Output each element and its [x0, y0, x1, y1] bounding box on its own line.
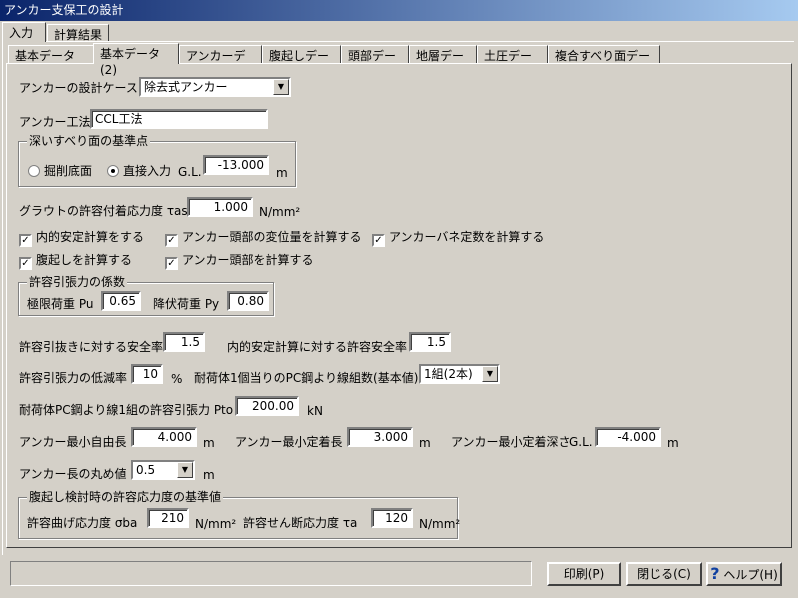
inner-safety-label: 内的安定計算に対する許容安全率 [227, 340, 408, 354]
slip-surface-legend: 深いすべり面の基準点 [27, 134, 151, 148]
shear-stress-input[interactable]: 120 [371, 508, 413, 528]
grout-input[interactable]: 1.000 [187, 197, 253, 217]
pto-unit: kN [307, 404, 323, 418]
design-case-select[interactable]: 除去式アンカー ▼ [139, 77, 291, 97]
checkbox-checked-icon: ✓ [165, 257, 178, 270]
radio-direct-input-label: 直接入力 [123, 164, 172, 178]
bend-stress-label: 許容曲げ応力度 σba [27, 516, 138, 530]
bend-stress-unit: N/mm² [195, 517, 237, 531]
tab-results[interactable]: 計算結果 [47, 24, 109, 42]
window-title: アンカー支保工の設計 [0, 0, 798, 21]
pu-input[interactable]: 0.65 [101, 291, 141, 311]
check-wale[interactable]: ✓ 腹起しを計算する [19, 253, 132, 270]
tension-coefficient-legend: 許容引張力の係数 [27, 275, 128, 289]
pu-label: 極限荷重 Pu [27, 297, 94, 311]
check-anchor-head[interactable]: ✓ アンカー頭部を計算する [165, 253, 314, 270]
tab-basic-data-2[interactable]: 基本データ(2) [93, 43, 179, 77]
check-head-displacement[interactable]: ✓ アンカー頭部の変位量を計算する [165, 230, 362, 247]
design-case-label: アンカーの設計ケース [19, 81, 138, 95]
radio-icon [28, 165, 40, 177]
pto-input[interactable]: 200.00 [235, 396, 299, 416]
strand-label: 耐荷体1個当りのPC鋼より線組数(基本値) [194, 371, 419, 385]
fix-depth-gl-label: G.L. [569, 435, 593, 449]
bend-stress-input[interactable]: 210 [147, 508, 189, 528]
py-label: 降伏荷重 Py [153, 297, 220, 311]
slip-gl-label: G.L. [178, 165, 202, 179]
help-button[interactable]: ? ヘルプ(H) [706, 562, 782, 586]
radio-direct-input[interactable]: 直接入力 [107, 164, 171, 178]
chevron-down-icon[interactable]: ▼ [482, 366, 498, 382]
tab-wale-data[interactable]: 腹起しデータ [262, 45, 341, 79]
free-length-label: アンカー最小自由長 [19, 435, 127, 449]
checkbox-checked-icon: ✓ [372, 234, 385, 247]
fix-depth-label: アンカー最小定着深さ [451, 435, 571, 449]
check-inner-stability-label: 内的安定計算をする [36, 230, 145, 244]
check-wale-label: 腹起しを計算する [36, 253, 133, 267]
method-input[interactable]: CCL工法 [90, 109, 268, 129]
shear-stress-label: 許容せん断応力度 τa [243, 516, 358, 530]
strand-select[interactable]: 1組(2本) ▼ [419, 364, 500, 384]
reduction-unit: % [171, 372, 183, 386]
check-head-displacement-label: アンカー頭部の変位量を計算する [182, 230, 362, 244]
free-length-input[interactable]: 4.000 [131, 427, 197, 447]
check-spring-constant[interactable]: ✓ アンカーバネ定数を計算する [372, 230, 544, 247]
rounding-unit: m [203, 468, 215, 482]
strand-value: 1組(2本) [424, 367, 473, 381]
rounding-value: 0.5 [136, 463, 156, 477]
grout-label: グラウトの許容付着応力度 τas [19, 204, 188, 218]
help-button-label: ヘルプ(H) [723, 568, 778, 582]
reduction-label: 許容引張力の低減率 [19, 371, 128, 385]
rounding-select[interactable]: 0.5 ▼ [131, 460, 195, 480]
rounding-label: アンカー長の丸め値 [19, 467, 127, 481]
tab-input[interactable]: 入力 [2, 22, 46, 42]
check-anchor-head-label: アンカー頭部を計算する [182, 253, 314, 267]
checkbox-checked-icon: ✓ [19, 257, 32, 270]
fix-length-label: アンカー最小定着長 [235, 435, 343, 449]
fix-depth-input[interactable]: -4.000 [595, 427, 661, 447]
print-button[interactable]: 印刷(P) [547, 562, 621, 586]
radio-excavation-bottom[interactable]: 掘削底面 [28, 164, 92, 178]
inner-safety-input[interactable]: 1.5 [409, 332, 451, 352]
help-icon: ? [710, 564, 720, 583]
tab-head-data[interactable]: 頭部データ [341, 45, 409, 79]
check-inner-stability[interactable]: ✓ 内的安定計算をする [19, 230, 144, 247]
chevron-down-icon[interactable]: ▼ [177, 462, 193, 478]
tab-earth-pressure-data[interactable]: 土圧データ [477, 45, 548, 79]
fix-depth-unit: m [667, 436, 679, 450]
free-length-unit: m [203, 436, 215, 450]
shear-stress-unit: N/mm² [419, 517, 461, 531]
fix-length-input[interactable]: 3.000 [347, 427, 413, 447]
tab-anchor-data[interactable]: アンカーデータ [179, 45, 262, 79]
slip-gl-input[interactable]: -13.000 [203, 155, 269, 175]
grout-unit: N/mm² [259, 205, 301, 219]
chevron-down-icon[interactable]: ▼ [273, 79, 289, 95]
radio-selected-icon [107, 165, 119, 177]
radio-excavation-bottom-label: 掘削底面 [44, 164, 93, 178]
pull-safety-label: 許容引抜きに対する安全率 [19, 340, 164, 354]
design-case-value: 除去式アンカー [144, 80, 228, 94]
status-bar [10, 561, 532, 586]
method-label: アンカー工法 [19, 115, 91, 129]
fix-length-unit: m [419, 436, 431, 450]
close-button[interactable]: 閉じる(C) [626, 562, 702, 586]
checkbox-checked-icon: ✓ [19, 234, 32, 247]
checkbox-checked-icon: ✓ [165, 234, 178, 247]
tab-layer-data[interactable]: 地層データ [409, 45, 477, 79]
pull-safety-input[interactable]: 1.5 [163, 332, 205, 352]
pto-label: 耐荷体PC鋼より線1組の許容引張力 Pto [19, 403, 234, 417]
tab-compound-slip-data[interactable]: 複合すべり面データ [548, 45, 660, 79]
check-spring-constant-label: アンカーバネ定数を計算する [389, 230, 545, 244]
py-input[interactable]: 0.80 [227, 291, 269, 311]
wale-allowable-legend: 腹起し検討時の許容応力度の基準値 [27, 490, 224, 504]
slip-unit: m [276, 166, 288, 180]
reduction-input[interactable]: 10 [131, 364, 163, 384]
tab-basic-data-1[interactable]: 基本データ(1) [8, 45, 94, 79]
